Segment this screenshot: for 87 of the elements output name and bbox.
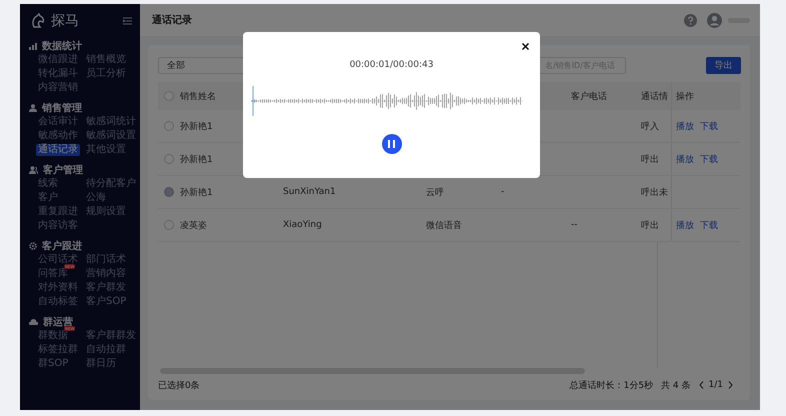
table-cell-text: 孙新艳1 [180,120,213,132]
sidebar-section-title: 客户管理 [43,163,83,176]
sidebar-item[interactable]: 公海 [84,192,108,204]
sidebar-item[interactable]: 群SOP [36,358,70,370]
table-cell-text: 孙新艳1 [180,186,213,198]
sidebar-item[interactable]: 客户群发 [84,282,128,294]
sidebar-item[interactable]: 对外资料 [36,282,80,294]
cloud-icon [29,318,38,325]
table-cell: - [501,187,504,197]
total-count: 共 4 条 [661,380,691,392]
page-title: 通话记录 [152,14,192,27]
table-cell-text: 呼入 [641,120,659,132]
table-cell-text: 孙新艳1 [180,154,213,166]
sidebar-item[interactable]: 营销内容 [84,268,128,280]
column-header: 通话情 [641,90,668,102]
sidebar-item[interactable]: 其他设置 [84,144,128,156]
sidebar-item[interactable]: 待分配客户 [84,178,138,190]
sidebar-item[interactable]: 销售概览 [84,54,128,66]
table-cell-text: 微信语音 [426,220,462,232]
selection-count: 已选择0条 [158,380,200,392]
sidebar-section-title: 数据统计 [42,40,82,52]
avatar-icon[interactable] [707,12,722,28]
select-all-checkbox[interactable] [164,91,174,101]
pause-icon [388,140,395,148]
table-cell-text: 呼出 [641,220,659,232]
sidebar-item[interactable]: 规则设置 [84,206,128,218]
audio-waveform-drawing[interactable] [250,86,522,116]
table-cell-text: 云呼 [426,186,444,198]
sidebar-item[interactable]: 重复跟进 [36,206,80,218]
row-action-link[interactable]: 下载 [700,152,718,166]
sidebar-item[interactable]: 自动标签 [36,296,80,308]
column-header: 客户电话 [571,90,607,102]
table-cell: -- [571,220,578,230]
sidebar-item[interactable]: 敏感词设置 [84,130,138,142]
menu-collapse-icon[interactable] [123,17,132,25]
sidebar-item[interactable]: 标签拉群 [36,344,80,356]
bar-chart-icon [29,42,37,50]
help-icon[interactable] [684,14,697,26]
row-action-link[interactable]: 下载 [700,120,718,132]
next-page-icon[interactable] [728,381,733,389]
previous-page-icon[interactable] [698,381,704,389]
sidebar-item[interactable]: 部门话术 [84,254,128,266]
row-action-link[interactable]: 下载 [700,218,718,232]
row-checkbox[interactable] [164,154,174,164]
sidebar-item[interactable]: 敏感词统计 [84,116,138,128]
sidebar-item[interactable]: 问答库 [36,268,70,280]
sidebar-item[interactable]: 内容访客 [36,220,80,232]
sidebar-item[interactable]: 转化漏斗 [36,68,80,80]
pause-button[interactable] [382,134,402,154]
table-cell: XiaoYing [283,220,322,230]
column-header: 操作 [676,90,694,102]
table-cell-text: 呼出未 [641,186,668,198]
sidebar-section-title: 销售管理 [42,102,82,114]
close-icon[interactable] [522,43,529,50]
row-action-link[interactable]: 播放 [676,120,694,132]
sidebar-item[interactable]: 客户 [36,192,60,204]
sidebar-section-title: 客户跟进 [42,239,82,252]
row-action-link[interactable]: 播放 [676,218,694,232]
row-checkbox[interactable] [164,121,174,131]
sidebar-item[interactable]: 线索 [36,178,60,190]
sidebar-item[interactable]: 客户SOP [84,296,128,308]
table-cell-text: 呼出 [641,154,659,166]
sidebar-item[interactable]: 敏感动作 [36,130,80,142]
table-cell: SunXinYan1 [283,187,336,197]
sidebar-item[interactable]: 微信跟进 [36,54,80,66]
sidebar-item[interactable]: 客户群群发 [84,330,138,342]
horse-head-logo-icon [30,13,46,29]
sidebar-item[interactable]: 群日历 [84,358,118,370]
sidebar-item[interactable]: 自动拉群 [84,344,128,356]
sidebar-item[interactable]: 内容营销 [36,82,80,94]
playback-time: 00:00:01/00:00:43 [350,60,434,70]
page-indicator: 1/1 [708,380,723,390]
gear-icon [29,242,37,250]
export-button[interactable]: 导出 [706,57,741,74]
sidebar-item[interactable]: 群数据 [36,330,70,342]
person-icon [29,104,37,112]
total-duration: 总通话时长：1分5秒 [570,380,654,392]
sidebar-item[interactable]: 员工分析 [84,68,128,80]
row-checkbox[interactable] [164,220,174,230]
sidebar-item[interactable]: 通话记录 [36,144,80,156]
people-icon [29,166,38,174]
sidebar-item[interactable]: 公司话术 [36,254,80,266]
column-header: 销售姓名 [180,90,216,102]
table-cell-text: 凌英姿 [180,220,207,232]
row-action-link[interactable]: 播放 [676,152,694,166]
sidebar-item[interactable]: 会话审计 [36,116,80,128]
app-logo-text: 探马 [51,12,79,30]
